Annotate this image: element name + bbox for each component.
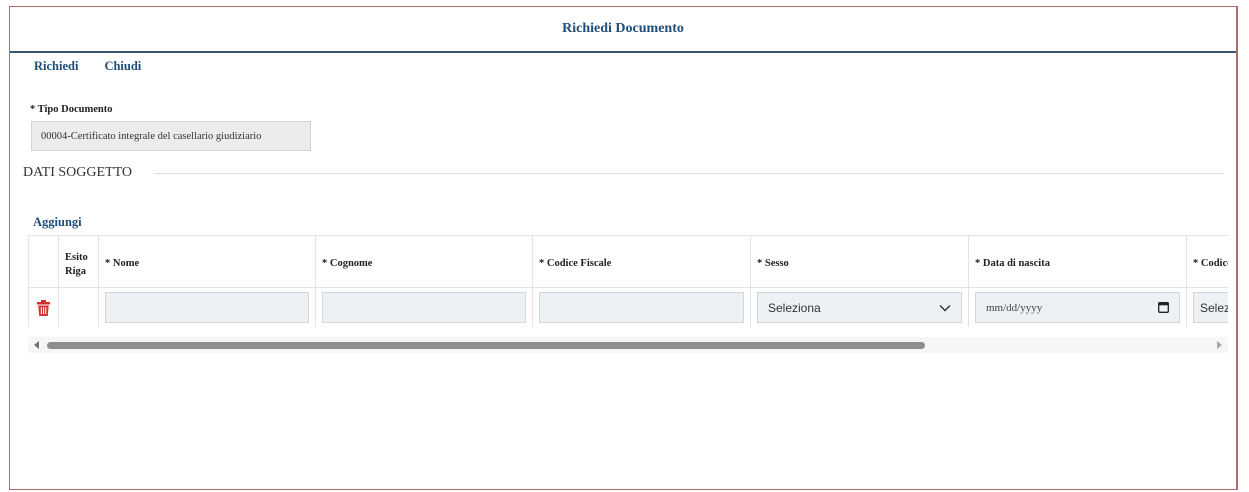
sesso-selected: Seleziona (768, 300, 821, 315)
toolbar: Richiedi Chiudi (34, 59, 141, 74)
section-divider (154, 172, 1223, 174)
esito-cell (58, 287, 99, 327)
dialog-title: Richiedi Documento (562, 21, 684, 36)
section-title: DATI SOGGETTO (23, 165, 133, 180)
richiedi-button[interactable]: Richiedi (34, 59, 78, 74)
scroll-right-icon[interactable] (1217, 341, 1222, 349)
column-header-esito: Esito Riga (58, 235, 99, 288)
column-header-data-nascita[interactable]: * Data di nascita (968, 235, 1187, 288)
column-header-sesso[interactable]: * Sesso (750, 235, 969, 288)
horizontal-scrollbar[interactable] (28, 337, 1228, 353)
section-header: DATI SOGGETTO (23, 165, 1223, 181)
chevron-down-icon (939, 304, 951, 311)
chiudi-button[interactable]: Chiudi (104, 59, 141, 74)
scroll-left-icon[interactable] (34, 341, 39, 349)
nome-input[interactable] (105, 292, 309, 323)
subjects-table: Esito Riga * Nome * Cognome * Codice Fis… (28, 235, 1228, 327)
column-header-actions (28, 235, 59, 288)
trash-icon[interactable] (37, 299, 50, 316)
column-header-cognome[interactable]: * Cognome (315, 235, 533, 288)
cognome-cell (315, 287, 533, 327)
esito-line2: Riga (65, 266, 86, 277)
table-header-row: Esito Riga * Nome * Cognome * Codice Fis… (28, 235, 1228, 288)
codice-select[interactable]: Selezi (1193, 292, 1228, 323)
data-nascita-input[interactable]: mm/dd/yyyy (975, 292, 1180, 323)
sesso-cell: Seleziona (750, 287, 969, 327)
delete-row-button[interactable] (35, 299, 52, 316)
cognome-input[interactable] (322, 292, 526, 323)
tipo-documento-field: 00004-Certificato integrale del casellar… (31, 121, 311, 151)
column-header-codice[interactable]: * Codice (1186, 235, 1228, 288)
tipo-documento-label: * Tipo Documento (30, 104, 113, 115)
dialog-window: Richiedi Documento Richiedi Chiudi * Tip… (9, 6, 1238, 490)
sesso-select[interactable]: Seleziona (757, 292, 962, 323)
codice-fiscale-cell (532, 287, 751, 327)
data-nascita-cell: mm/dd/yyyy (968, 287, 1187, 327)
aggiungi-button[interactable]: Aggiungi (33, 215, 82, 230)
title-bar: Richiedi Documento (10, 7, 1236, 53)
esito-line1: Esito (65, 252, 88, 263)
column-header-nome[interactable]: * Nome (98, 235, 316, 288)
codice-selected: Selezi (1200, 300, 1228, 315)
codice-cell: Selezi (1186, 287, 1228, 327)
column-header-codice-fiscale[interactable]: * Codice Fiscale (532, 235, 751, 288)
nome-cell (98, 287, 316, 327)
codice-fiscale-input[interactable] (539, 292, 744, 323)
subjects-grid: Esito Riga * Nome * Cognome * Codice Fis… (28, 235, 1228, 327)
tipo-documento-value: 00004-Certificato integrale del casellar… (41, 130, 262, 142)
calendar-icon[interactable] (1158, 302, 1169, 313)
scrollbar-thumb[interactable] (47, 342, 925, 349)
table-row: Seleziona mm/dd/yyyy Sele (28, 287, 1228, 327)
delete-cell (28, 287, 59, 327)
data-nascita-placeholder: mm/dd/yyyy (986, 301, 1043, 314)
